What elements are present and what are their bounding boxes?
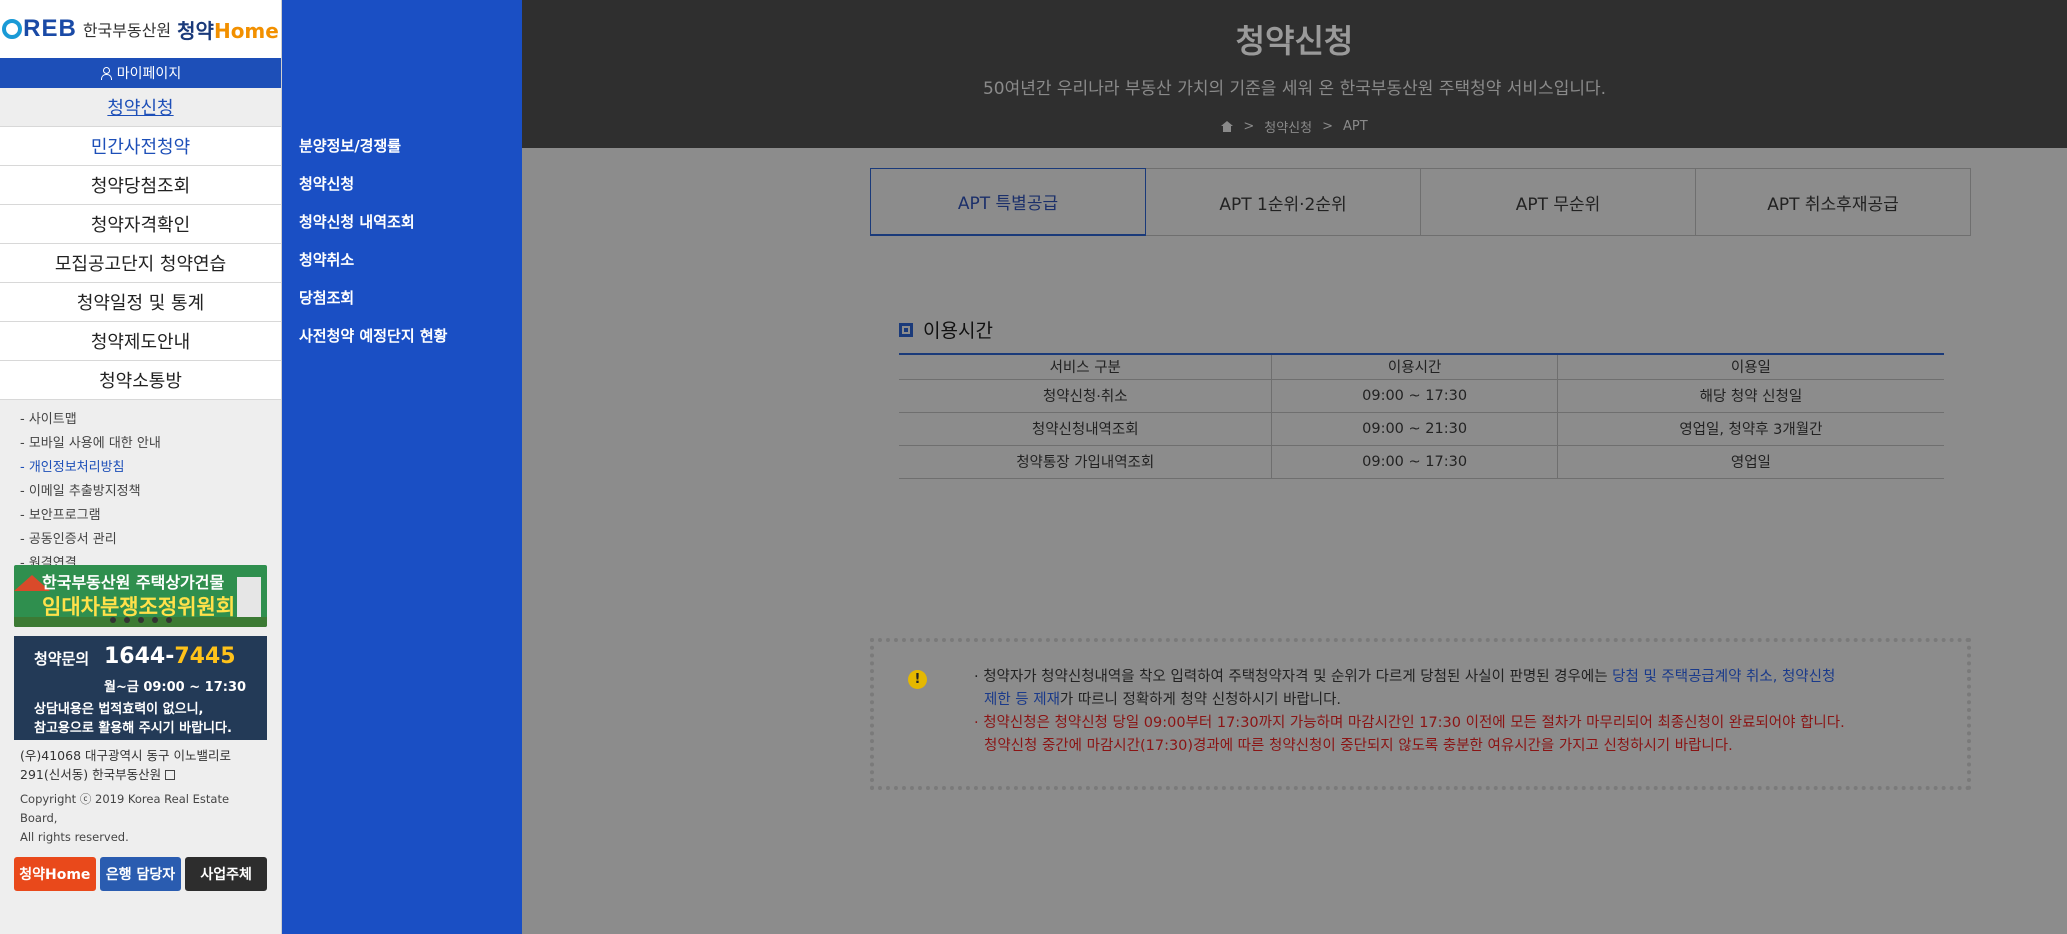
page-header: 청약신청 50여년간 우리나라 부동산 가치의 기준을 세워 온 한국부동산원 … bbox=[522, 0, 2067, 148]
submenu-panel: 분양정보/경쟁률 청약신청 청약신청 내역조회 청약취소 당첨조회 사전청약 예… bbox=[282, 0, 522, 934]
menu-item-system-guide[interactable]: 청약제도안내 bbox=[0, 322, 281, 361]
address: (우)41068 대구광역시 동구 이노밸리로 291(신서동) 한국부동산원 bbox=[20, 748, 231, 782]
logo-org-name: 한국부동산원 bbox=[82, 21, 172, 40]
square-bullet-icon bbox=[899, 322, 913, 337]
logo-brand: 청약Home bbox=[177, 18, 279, 43]
menu-item-private-pre-subscription[interactable]: 민간사전청약 bbox=[0, 127, 281, 166]
link-security-program[interactable]: - 보안프로그램 bbox=[20, 504, 281, 528]
content-area: APT 특별공급 APT 1순위·2순위 APT 무순위 APT 취소후재공급 … bbox=[522, 148, 2067, 934]
copyright: Copyright ⓒ 2019 Korea Real Estate Board… bbox=[20, 792, 230, 844]
column-header: 서비스 구분 bbox=[899, 353, 1273, 380]
submenu-item-apply-history[interactable]: 청약신청 내역조회 bbox=[299, 210, 522, 248]
usage-time-table: 서비스 구분 이용시간 이용일 청약신청·취소 09:00 ~ 17:30 해당… bbox=[899, 353, 1944, 479]
contact-hours: 월~금 09:00 ~ 17:30 bbox=[104, 680, 247, 695]
banner-line1: 한국부동산원 주택상가건물 bbox=[42, 573, 225, 592]
notice-line-1: · 청약자가 청약신청내역을 착오 입력하여 주택청약자격 및 순위가 다르게 … bbox=[974, 669, 1836, 685]
breadcrumb-item[interactable]: 청약신청 bbox=[1264, 117, 1312, 136]
apt-tabs: APT 특별공급 APT 1순위·2순위 APT 무순위 APT 취소후재공급 bbox=[870, 168, 1971, 236]
menu-item-practice[interactable]: 모집공고단지 청약연습 bbox=[0, 244, 281, 283]
chevron-right-icon: > bbox=[1243, 119, 1255, 134]
sidebar: REB 한국부동산원 청약Home 마이페이지 청약신청 민간사전청약 청약당첨… bbox=[0, 0, 282, 934]
business-owner-button[interactable]: 사업주체 bbox=[185, 857, 268, 891]
reb-logo: REB bbox=[2, 15, 77, 43]
submenu-item-sales-info[interactable]: 분양정보/경쟁률 bbox=[299, 134, 522, 172]
external-link-icon[interactable] bbox=[165, 770, 176, 780]
menu-item-win-check[interactable]: 청약당첨조회 bbox=[0, 166, 281, 205]
menu-item-apply[interactable]: 청약신청 bbox=[0, 88, 281, 127]
page-subtitle: 50여년간 우리나라 부동산 가치의 기준을 세워 온 한국부동산원 주택청약 … bbox=[982, 79, 1607, 99]
menu-item-eligibility[interactable]: 청약자격확인 bbox=[0, 205, 281, 244]
link-email-policy[interactable]: - 이메일 추출방지정책 bbox=[20, 480, 281, 504]
tab-resupply[interactable]: APT 취소후재공급 bbox=[1696, 168, 1971, 236]
tab-rank-1-2[interactable]: APT 1순위·2순위 bbox=[1146, 168, 1421, 236]
tab-no-rank[interactable]: APT 무순위 bbox=[1421, 168, 1696, 236]
main-content: 청약신청 50여년간 우리나라 부동산 가치의 기준을 세워 온 한국부동산원 … bbox=[522, 0, 2067, 934]
person-icon bbox=[100, 67, 112, 80]
bank-staff-button[interactable]: 은행 담당자 bbox=[99, 857, 182, 891]
dispute-committee-banner[interactable]: 한국부동산원 주택상가건물 임대차분쟁조정위원회 bbox=[14, 565, 267, 627]
link-privacy-policy[interactable]: - 개인정보처리방침 bbox=[20, 456, 281, 480]
menu-item-communication[interactable]: 청약소통방 bbox=[0, 361, 281, 400]
notice-line-3: · 청약신청은 청약신청 당일 09:00부터 17:30까지 가능하며 마감시… bbox=[974, 715, 1845, 731]
usage-time-section: 이용시간 서비스 구분 이용시간 이용일 청약신청·취소 09:00 ~ 17:… bbox=[899, 316, 1944, 479]
column-header: 이용시간 bbox=[1271, 353, 1558, 380]
section-title: 이용시간 bbox=[899, 316, 1944, 343]
sidebar-bottom: 한국부동산원 주택상가건물 임대차분쟁조정위원회 청약문의 1644-7445 … bbox=[0, 565, 281, 934]
tab-special-supply[interactable]: APT 특별공급 bbox=[870, 168, 1146, 236]
table-row: 청약신청내역조회 09:00 ~ 21:30 영업일, 청약후 3개월간 bbox=[899, 412, 1944, 446]
chevron-right-icon: > bbox=[1322, 119, 1333, 134]
submenu-item-win-check[interactable]: 당첨조회 bbox=[299, 286, 522, 324]
link-certificate[interactable]: - 공동인증서 관리 bbox=[20, 528, 281, 552]
contact-title: 청약문의 bbox=[34, 650, 90, 668]
breadcrumb: > 청약신청 > APT bbox=[522, 117, 2067, 136]
menu-item-schedule-stats[interactable]: 청약일정 및 통계 bbox=[0, 283, 281, 322]
submenu-item-cancel[interactable]: 청약취소 bbox=[299, 248, 522, 286]
link-mobile-guide[interactable]: - 모바일 사용에 대한 안내 bbox=[20, 432, 281, 456]
notice-line-4: 청약신청 중간에 마감시간(17:30)경과에 따른 청약신청이 중단되지 않도… bbox=[984, 738, 1733, 754]
notice-box: ! · 청약자가 청약신청내역을 착오 입력하여 주택청약자격 및 순위가 다르… bbox=[870, 638, 1971, 790]
contact-box: 청약문의 1644-7445 월~금 09:00 ~ 17:30 상담내용은 법… bbox=[14, 636, 267, 740]
submenu-item-pre-subscription[interactable]: 사전청약 예정단지 현황 bbox=[299, 324, 522, 362]
warning-icon: ! bbox=[908, 670, 927, 689]
contact-note-1: 상담내용은 법적효력이 없으니, bbox=[34, 702, 204, 717]
site-logo[interactable]: REB 한국부동산원 청약Home bbox=[0, 0, 281, 58]
quick-buttons: 청약Home 은행 담당자 사업주체 bbox=[14, 857, 268, 891]
column-header: 이용일 bbox=[1557, 353, 1944, 380]
link-sitemap[interactable]: - 사이트맵 bbox=[20, 408, 281, 432]
table-row: 청약신청·취소 09:00 ~ 17:30 해당 청약 신청일 bbox=[899, 379, 1944, 413]
mypage-button[interactable]: 마이페이지 bbox=[0, 58, 281, 88]
submenu-item-apply[interactable]: 청약신청 bbox=[299, 172, 522, 210]
footer-links: - 사이트맵 - 모바일 사용에 대한 안내 - 개인정보처리방침 - 이메일 … bbox=[0, 400, 281, 580]
banner-pager[interactable] bbox=[110, 617, 172, 623]
mypage-label: 마이페이지 bbox=[116, 66, 182, 82]
subscription-home-button[interactable]: 청약Home bbox=[14, 857, 96, 891]
home-icon[interactable] bbox=[1221, 121, 1234, 132]
contact-note-2: 참고용으로 활용해 주시기 바랍니다. bbox=[34, 721, 232, 736]
main-menu: 청약신청 민간사전청약 청약당첨조회 청약자격확인 모집공고단지 청약연습 청약… bbox=[0, 88, 281, 400]
page-title: 청약신청 bbox=[1235, 22, 1354, 60]
contact-phone: 1644-7445 bbox=[104, 644, 236, 669]
table-row: 청약통장 가입내역조회 09:00 ~ 17:30 영업일 bbox=[899, 445, 1944, 479]
breadcrumb-item[interactable]: APT bbox=[1343, 119, 1368, 134]
notice-line-2: 제한 등 제재가 따르니 정확하게 청약 신청하시기 바랍니다. bbox=[984, 692, 1342, 708]
